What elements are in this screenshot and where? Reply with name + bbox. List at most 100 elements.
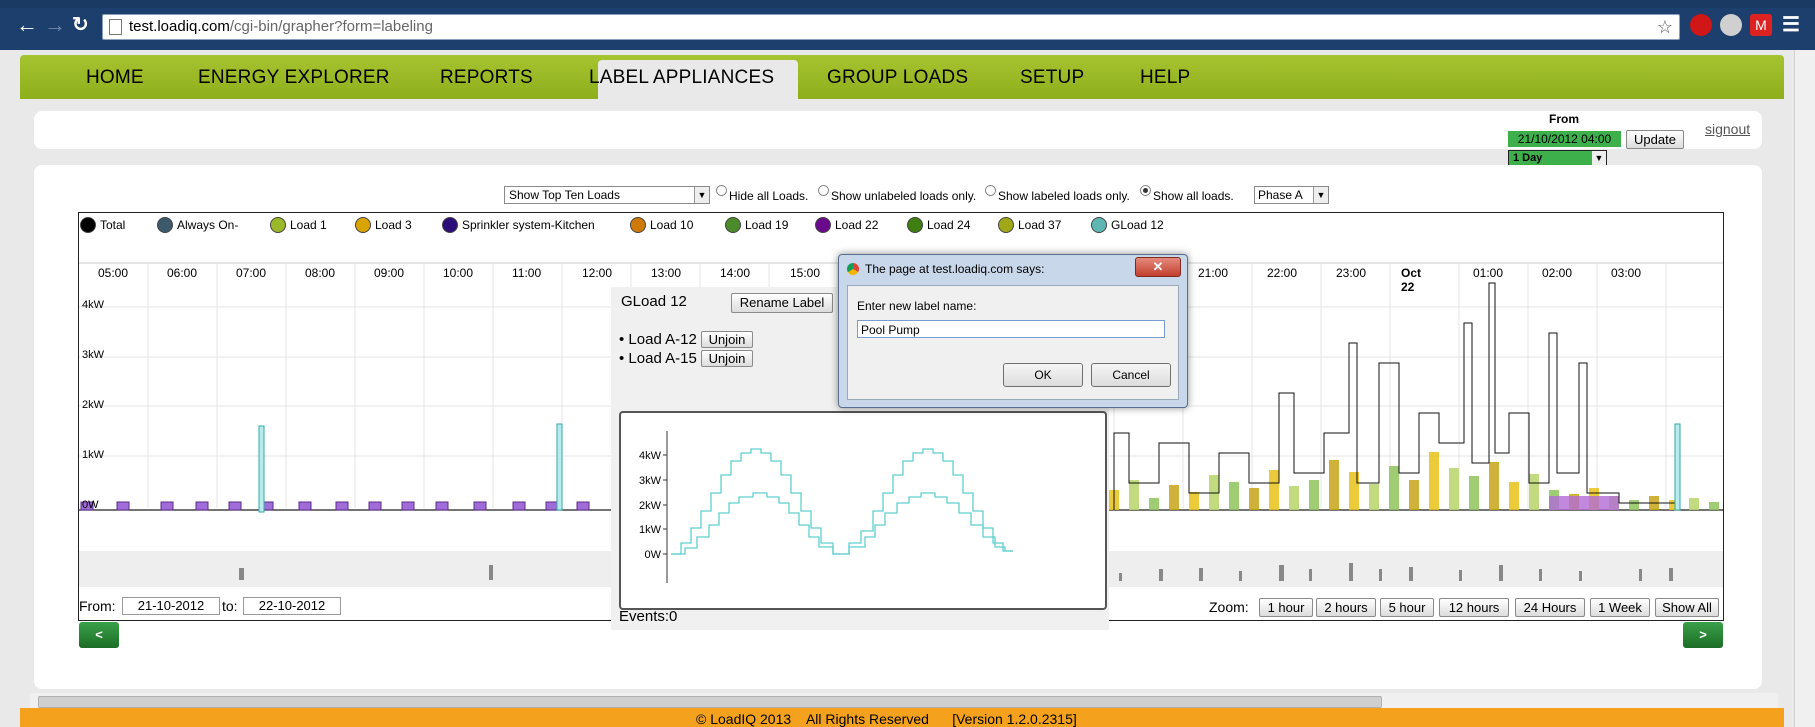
radio-show-unlabeled[interactable] [818,185,829,196]
range-to-label: to: [222,598,238,614]
legend-dot-0[interactable] [80,217,96,233]
time-tick: 05:00 [98,266,129,280]
time-tick: Oct 22 [1401,266,1422,294]
reload-icon[interactable]: ↻ [72,14,89,36]
legend-label: Load 1 [290,218,327,232]
overview-bar [1349,563,1353,581]
nav-setup[interactable]: SETUP [1020,67,1084,89]
cancel-button[interactable]: Cancel [1091,363,1171,387]
zoom-show-all-button[interactable]: Show All [1655,598,1719,617]
loads-select[interactable]: Show Top Ten Loads ▼ [504,186,710,204]
legend-dot-8[interactable] [907,217,923,233]
zoom-label: Zoom: [1209,599,1249,615]
next-button[interactable]: > [1683,622,1723,648]
vertical-scrollbar[interactable] [1794,50,1815,727]
gmail-icon[interactable]: M [1750,14,1772,36]
nav-energy-explorer[interactable]: ENERGY EXPLORER [198,67,390,89]
radio-show-all[interactable] [1140,185,1151,196]
back-arrow-icon[interactable]: ← [16,14,38,36]
time-tick: 01:00 [1473,266,1504,280]
nav-reports[interactable]: REPORTS [440,67,533,89]
legend-dot-5[interactable] [630,217,646,233]
load-bar [1189,492,1199,510]
extension-pocket-icon[interactable] [1720,14,1742,36]
zoom-1-hour-button[interactable]: 1 hour [1259,598,1313,617]
prev-button[interactable]: < [79,622,119,648]
forward-arrow-icon[interactable]: → [44,14,66,36]
load-bar [1149,498,1159,510]
gload-spike [556,423,563,511]
load-bump [195,501,209,511]
dialog-body: Enter new label name: Pool Pump OK Cance… [847,285,1179,400]
dialog-prompt: Enter new label name: [857,299,977,313]
ok-button[interactable]: OK [1003,363,1083,387]
zoom-2-hours-button[interactable]: 2 hours [1316,598,1376,617]
unjoin-button[interactable]: Unjoin [701,350,753,367]
legend-dot-6[interactable] [725,217,741,233]
legend-dot-10[interactable] [1091,217,1107,233]
legend-dot-1[interactable] [157,217,173,233]
time-tick: 10:00 [443,266,474,280]
overview-bar [1639,569,1642,581]
legend-label: Always On- [177,218,239,232]
range-to-input[interactable]: 22-10-2012 [243,597,341,615]
radio-hide-all[interactable] [716,185,727,196]
menu-icon[interactable]: ☰ [1782,14,1800,36]
range-from-input[interactable]: 21-10-2012 [122,597,220,615]
signout-link[interactable]: signout [1705,121,1750,137]
overview-bar [1579,571,1582,581]
time-tick: 15:00 [790,266,821,280]
load-block [1549,496,1619,510]
legend-label: Load 19 [745,218,789,232]
legend-dot-2[interactable] [270,217,286,233]
overview-bar [1119,573,1122,581]
legend-dot-9[interactable] [998,217,1014,233]
overview-bar [239,568,244,580]
scrollbar-thumb[interactable] [38,696,1382,708]
gload-y-tick: 4kW [639,450,662,462]
time-tick: 08:00 [305,266,336,280]
load-bar [1689,498,1699,510]
label-name-input[interactable]: Pool Pump [857,320,1165,338]
chevron-down-icon: ▼ [694,187,709,203]
y-tick: 3kW [82,349,104,361]
overview-bar [1669,568,1673,581]
address-bar[interactable]: test.loadiq.com/cgi-bin/grapher?form=lab… [102,14,1680,40]
radio-show-labeled[interactable] [985,185,996,196]
horizontal-scrollbar[interactable] [30,693,1778,709]
gload-y-tick: 1kW [639,524,662,536]
gload-chart-svg: 4kW 3kW 2kW 1kW 0W [639,431,1013,583]
zoom-5-hour-button[interactable]: 5 hour [1380,598,1434,617]
zoom-24-hours-button[interactable]: 24 Hours [1515,598,1585,617]
extension-red-icon[interactable] [1690,14,1712,36]
member-name: Load A-15 [628,350,697,367]
zoom-1-week-button[interactable]: 1 Week [1590,598,1650,617]
legend-dot-7[interactable] [815,217,831,233]
time-tick: 22:00 [1267,266,1298,280]
nav-home[interactable]: HOME [86,67,144,89]
nav-group-loads[interactable]: GROUP LOADS [827,67,968,89]
load-bar [1129,480,1139,510]
nav-label-appliances[interactable]: LABEL APPLIANCES [589,67,774,89]
legend-label: Load 37 [1018,218,1062,232]
update-button[interactable]: Update [1626,130,1684,149]
legend-dot-4[interactable] [442,217,458,233]
rename-label-button[interactable]: Rename Label [731,293,833,313]
chart-legend: Total Always On- Load 1 Load 3 Sprinkler sys… [78,216,1722,236]
load-bump [435,501,449,511]
close-icon[interactable]: ✕ [1135,257,1181,277]
unjoin-button[interactable]: Unjoin [701,331,753,348]
nav-help[interactable]: HELP [1140,67,1190,89]
legend-label: Total [100,218,126,232]
load-bar [1629,500,1639,510]
gload-spike [1674,423,1681,511]
y-tick: 0W [82,499,99,511]
load-bump [116,501,130,511]
from-date-input[interactable]: 21/10/2012 04:00 [1508,131,1621,147]
load-bar [1169,485,1179,510]
legend-dot-3[interactable] [355,217,371,233]
phase-select[interactable]: Phase A ▼ [1254,186,1329,204]
browser-toolbar: ← → ↻ test.loadiq.com/cgi-bin/grapher?fo… [0,0,1815,50]
star-icon[interactable]: ☆ [1657,15,1673,39]
zoom-12-hours-button[interactable]: 12 hours [1439,598,1509,617]
